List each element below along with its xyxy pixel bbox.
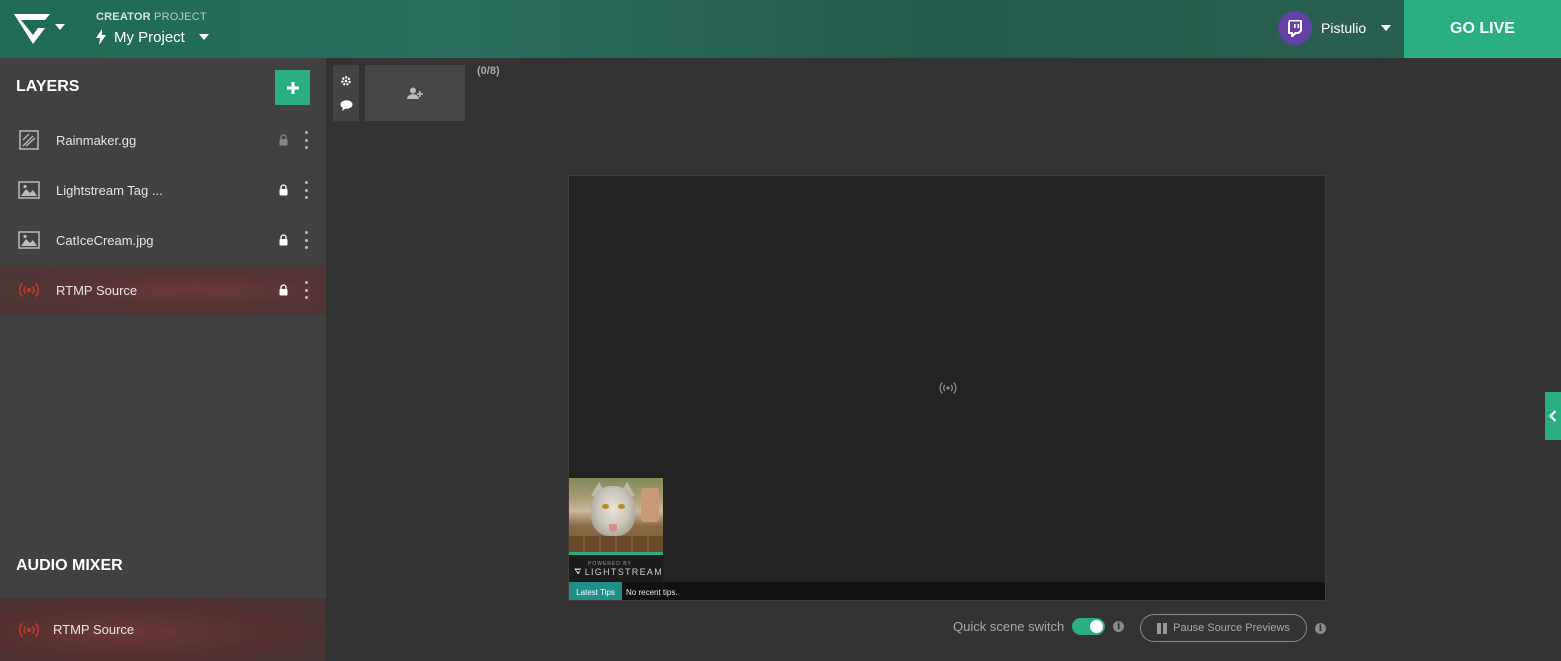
- layer-label: RTMP Source: [56, 282, 138, 298]
- project-kind-label: CREATOR PROJECT: [96, 11, 207, 23]
- rainmaker-icon: [19, 130, 39, 150]
- chevron-left-icon: [1549, 410, 1557, 422]
- lock-icon[interactable]: [279, 234, 288, 246]
- broadcast-icon: [939, 382, 957, 394]
- quick-scene-switch-toggle[interactable]: [1072, 618, 1106, 635]
- add-guest-button[interactable]: [365, 65, 465, 121]
- layer-label: Lightstream Tag ...: [56, 182, 163, 198]
- scene-tools: [333, 65, 359, 121]
- lightstream-logo[interactable]: [12, 10, 52, 48]
- layer-more-menu-icon[interactable]: [302, 281, 310, 299]
- layer-label: CatIceCream.jpg: [56, 232, 154, 248]
- pause-source-previews-button[interactable]: Pause Source Previews: [1140, 614, 1307, 642]
- project-selector[interactable]: My Project: [96, 27, 209, 47]
- layer-more-menu-icon[interactable]: [302, 181, 310, 199]
- audio-mixer-title: AUDIO MIXER: [16, 557, 123, 574]
- scene-chat-icon[interactable]: [340, 99, 353, 111]
- audio-source-rtmp[interactable]: RTMP Source: [0, 598, 326, 661]
- layer-label: Rainmaker.gg: [56, 132, 137, 148]
- broadcast-icon: [18, 282, 40, 298]
- layer-item-rainmaker[interactable]: Rainmaker.gg: [0, 115, 326, 165]
- lightstream-logo: [574, 568, 582, 575]
- image-icon: [18, 231, 40, 249]
- go-live-button[interactable]: GO LIVE: [1404, 0, 1561, 58]
- quick-scene-switch: Quick scene switch i: [953, 618, 1125, 635]
- twitch-icon: [1288, 19, 1302, 37]
- lock-icon[interactable]: [279, 134, 288, 146]
- powered-by-lightstream: POWERED BY LIGHTSTREAM: [569, 555, 663, 582]
- layer-item-caticecream[interactable]: CatIceCream.jpg: [0, 215, 326, 265]
- project-name: My Project: [114, 28, 185, 46]
- bolt-icon: [96, 29, 106, 45]
- twitch-avatar: [1278, 11, 1312, 45]
- project-kind-strong: CREATOR: [96, 11, 151, 23]
- latest-tips-bar: Latest Tips No recent tips.: [569, 582, 1325, 600]
- quick-scene-switch-label: Quick scene switch: [953, 619, 1065, 634]
- project-kind-rest: PROJECT: [150, 11, 207, 23]
- layer-more-menu-icon[interactable]: [302, 231, 310, 249]
- pause-icon: [1157, 622, 1168, 634]
- right-panel-toggle[interactable]: [1545, 392, 1561, 440]
- lightstream-tag-overlay[interactable]: POWERED BY LIGHTSTREAM: [569, 478, 663, 582]
- logo-menu-chevron-icon[interactable]: [55, 24, 65, 30]
- image-icon: [18, 181, 40, 199]
- lock-icon[interactable]: [279, 184, 288, 196]
- left-sidebar: LAYERS Rainmaker.gg Lightstream Tag ... …: [0, 58, 326, 661]
- layer-more-menu-icon[interactable]: [302, 131, 310, 149]
- lightstream-brand-text: LIGHTSTREAM: [584, 566, 663, 577]
- scene-settings-gear-icon[interactable]: [340, 75, 352, 87]
- user-menu[interactable]: Pistulio: [1278, 11, 1392, 45]
- user-name: Pistulio: [1321, 20, 1367, 36]
- chevron-down-icon: [198, 34, 209, 40]
- tips-message: No recent tips.: [626, 587, 678, 597]
- chevron-down-icon: [1381, 25, 1392, 31]
- stream-preview-canvas[interactable]: POWERED BY LIGHTSTREAM Latest Tips No re…: [568, 175, 1326, 601]
- latest-tips-tag: Latest Tips: [569, 582, 622, 600]
- top-header: CREATOR PROJECT My Project Pistulio GO L…: [0, 0, 1561, 58]
- broadcast-icon: [18, 622, 40, 638]
- add-user-icon: [407, 87, 423, 99]
- audio-source-label: RTMP Source: [53, 622, 135, 637]
- guest-count: (0/8): [477, 65, 500, 77]
- cat-ice-cream-image: [569, 478, 663, 552]
- plus-icon: [286, 81, 299, 94]
- layer-item-rtmp-source[interactable]: RTMP Source: [0, 265, 326, 315]
- layers-title: LAYERS: [16, 78, 80, 95]
- lock-icon[interactable]: [279, 284, 288, 296]
- info-icon[interactable]: i: [1315, 623, 1326, 634]
- pause-previews-label: Pause Source Previews: [1173, 622, 1290, 634]
- layer-item-lightstream-tag[interactable]: Lightstream Tag ...: [0, 165, 326, 215]
- add-layer-button[interactable]: [275, 70, 310, 105]
- info-icon[interactable]: i: [1113, 621, 1125, 632]
